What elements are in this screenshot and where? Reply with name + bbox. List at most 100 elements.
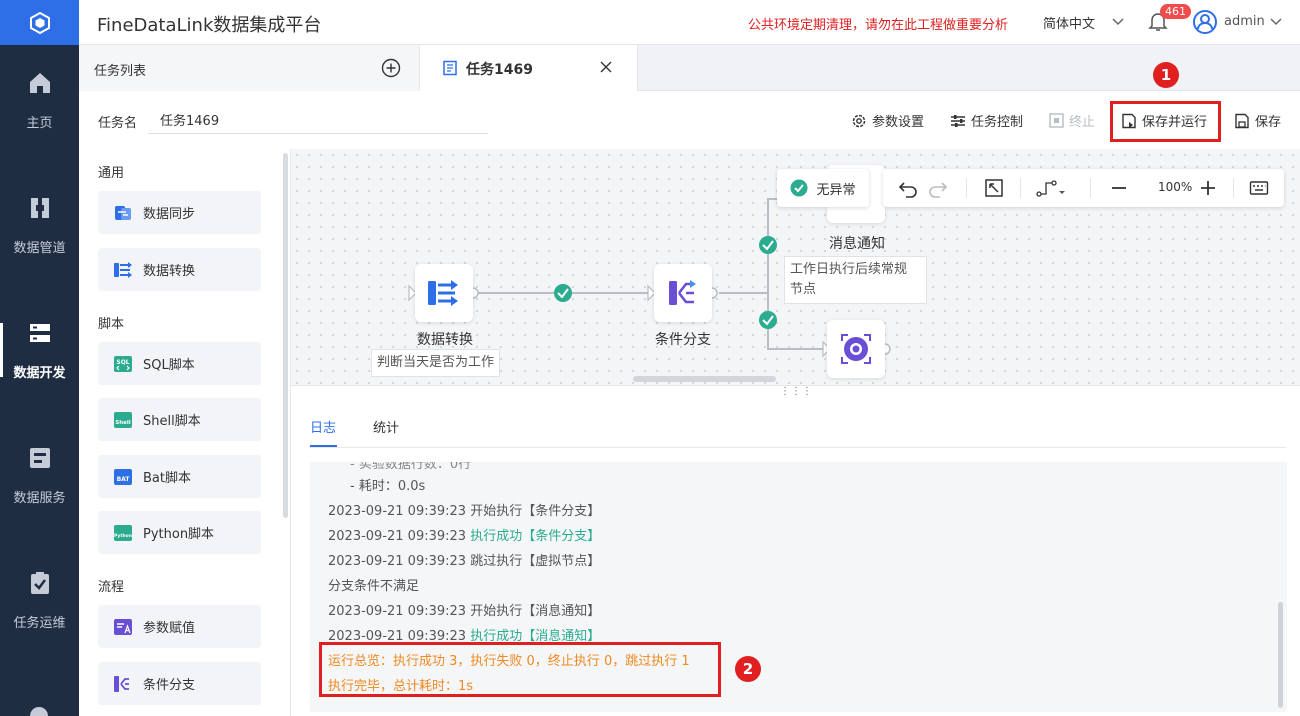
canvas-horizontal-scrollbar[interactable] <box>633 376 776 382</box>
node-virtual[interactable] <box>827 320 885 378</box>
log-time: 2023-09-21 09:39:23 <box>328 554 467 569</box>
log-time: 2023-09-21 09:39:23 <box>328 529 467 544</box>
log-text: 开始执行【条件分支】 <box>470 504 601 519</box>
palette-item-shell-script[interactable]: Shell Shell脚本 <box>98 398 261 441</box>
tab-task-1469[interactable]: 任务1469 <box>420 45 638 91</box>
palette-item-label: SQL脚本 <box>143 358 195 373</box>
status-pill[interactable]: 无异常 <box>777 169 869 207</box>
fit-view-icon[interactable] <box>984 178 1004 198</box>
log-line: 2023-09-21 09:39:23 跳过执行【虚拟节点】 <box>328 550 600 569</box>
service-icon <box>29 447 50 468</box>
palette-item-label: Python脚本 <box>143 527 215 542</box>
stop-icon <box>1049 113 1064 128</box>
highlight-box-summary <box>319 642 721 697</box>
toolbar-divider <box>1020 178 1021 198</box>
palette-item-label: 参数赋值 <box>143 621 196 636</box>
sliders-icon <box>951 114 965 127</box>
nav-item-label: 数据开发 <box>13 365 66 381</box>
tab-task-list[interactable]: 任务列表 <box>79 45 420 91</box>
stop-label: 终止 <box>1069 115 1096 130</box>
undo-icon[interactable] <box>898 178 918 198</box>
log-text: 跳过执行【虚拟节点】 <box>470 554 601 569</box>
shell-script-icon: Shell <box>114 411 132 428</box>
annotation-marker-1: 1 <box>1153 62 1179 88</box>
log-line: 2023-09-21 09:39:23 开始执行【消息通知】 <box>328 600 600 619</box>
palette-item-bat-script[interactable]: BAT Bat脚本 <box>98 455 261 498</box>
log-scrollbar[interactable] <box>1278 602 1283 708</box>
zoom-out-icon[interactable] <box>1109 178 1129 198</box>
palette-item-condition-branch[interactable]: 条件分支 <box>98 662 261 705</box>
tab-stats[interactable]: 统计 <box>373 417 399 436</box>
condition-branch-icon <box>114 675 129 692</box>
nav-item-service[interactable]: 数据服务 <box>0 420 79 530</box>
data-transform-icon <box>428 280 458 306</box>
param-settings-button[interactable]: 参数设置 <box>851 111 924 130</box>
log-line: - 实验数据行数：0行 <box>350 462 472 472</box>
connector-style-icon[interactable] <box>1036 178 1068 198</box>
keyboard-icon[interactable] <box>1249 178 1269 198</box>
nav-item-label: 数据服务 <box>13 490 66 506</box>
language-select[interactable]: 简体中文 <box>1043 13 1095 32</box>
app-title: FineDataLink数据集成平台 <box>97 15 322 36</box>
ops-icon <box>30 571 49 594</box>
shell-icon-text: Shell <box>115 420 130 426</box>
toolbar-divider <box>1090 178 1091 198</box>
param-settings-label: 参数设置 <box>872 115 925 130</box>
palette-item-sql-script[interactable]: SQL SQL脚本 <box>98 342 261 385</box>
node-label: 数据转换 <box>417 332 473 348</box>
logo-icon <box>29 11 50 34</box>
palette-item-data-transform[interactable]: 数据转换 <box>98 248 261 291</box>
tab-log[interactable]: 日志 <box>310 417 336 436</box>
stop-button[interactable]: 终止 <box>1049 111 1095 130</box>
palette-section-title: 脚本 <box>98 317 125 332</box>
node-condition-branch[interactable] <box>654 264 712 322</box>
chevron-down-icon[interactable] <box>1111 14 1125 28</box>
task-name-input[interactable] <box>148 106 488 134</box>
nav-item-ops[interactable]: 任务运维 <box>0 545 79 655</box>
resize-handle[interactable]: ⋮⋮⋮ <box>780 386 813 397</box>
node-note: 判断当天是否为工作 <box>371 349 501 377</box>
node-data-transform[interactable] <box>415 264 473 322</box>
python-icon-text: Python <box>114 533 132 539</box>
user-name[interactable]: admin <box>1224 14 1265 29</box>
bat-icon-text: BAT <box>117 476 131 483</box>
toolbar-divider <box>966 178 967 198</box>
palette-section-title: 流程 <box>98 580 125 595</box>
save-button[interactable]: 保存 <box>1234 111 1281 130</box>
close-icon[interactable] <box>598 59 614 75</box>
canvas-toolbar: 100% <box>883 169 1284 207</box>
virtual-node-icon <box>841 334 871 364</box>
redo-icon[interactable] <box>928 178 948 198</box>
avatar-icon[interactable] <box>1193 10 1217 34</box>
palette-scrollbar[interactable] <box>283 153 288 518</box>
nav-item-label: 数据管道 <box>13 240 66 256</box>
palette-item-param-assign[interactable]: 参数赋值 <box>98 605 261 648</box>
dev-icon <box>29 323 50 342</box>
chevron-down-icon[interactable] <box>1269 14 1283 28</box>
flow-canvas[interactable]: 数据转换 判断当天是否为工作 条件分支 消息通知 工作日执行后续常规 节点 无异… <box>291 149 1300 385</box>
sql-icon-text: SQL <box>116 359 129 366</box>
python-script-icon: Python <box>114 524 132 541</box>
app-logo[interactable] <box>0 0 79 45</box>
zoom-in-icon[interactable] <box>1198 178 1218 198</box>
node-note: 工作日执行后续常规 节点 <box>784 256 927 304</box>
nav-item-label: 任务运维 <box>13 615 66 631</box>
add-icon[interactable] <box>381 58 401 78</box>
nav-item-pipeline[interactable]: 数据管道 <box>0 170 79 280</box>
palette-item-data-sync[interactable]: 数据同步 <box>98 191 261 234</box>
nav-item-dev[interactable]: 数据开发 <box>0 295 79 405</box>
palette-item-label: Bat脚本 <box>143 471 191 486</box>
nav-item-label: 主页 <box>26 115 53 131</box>
task-name-label: 任务名 <box>98 116 138 131</box>
nav-item-home[interactable]: 主页 <box>0 45 79 155</box>
tab-task-label: 任务1469 <box>466 62 533 78</box>
node-label: 条件分支 <box>655 332 711 348</box>
task-control-label: 任务控制 <box>971 115 1024 130</box>
pipeline-icon <box>30 197 49 218</box>
node-label: 消息通知 <box>829 236 885 252</box>
task-control-button[interactable]: 任务控制 <box>950 111 1023 130</box>
tab-task-list-label: 任务列表 <box>94 64 147 79</box>
palette-item-python-script[interactable]: Python Python脚本 <box>98 511 261 554</box>
more-nav-icon[interactable] <box>28 704 50 716</box>
data-transform-icon <box>114 261 132 278</box>
